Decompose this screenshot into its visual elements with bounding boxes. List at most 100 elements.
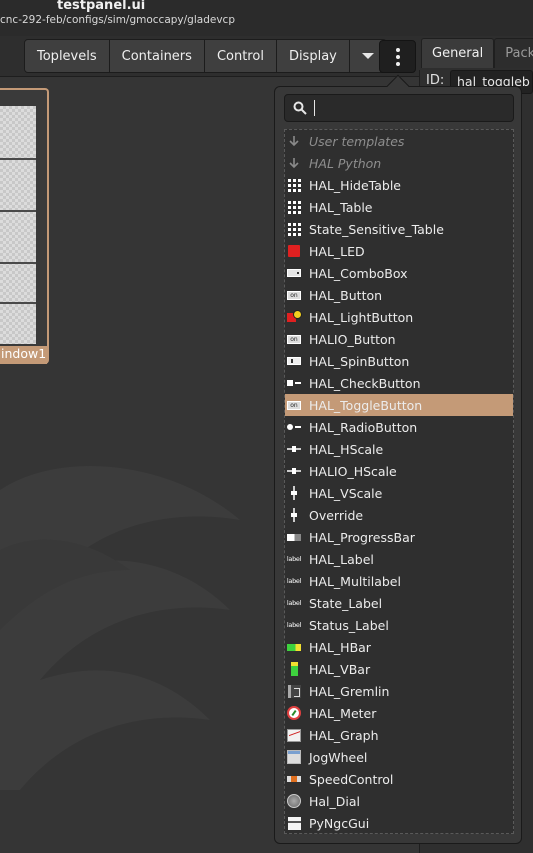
widget-list-item-label: HAL_Meter	[309, 705, 377, 721]
widget-list-item[interactable]: label HAL_Multilabel	[285, 570, 513, 592]
widget-list-item-label: HALIO_Button	[309, 331, 396, 347]
widget-list-item[interactable]: on HAL_Button	[285, 284, 513, 306]
vbar-icon	[287, 662, 301, 676]
button-icon: on	[287, 332, 301, 346]
properties-tabs: General Packi	[421, 38, 533, 68]
widget-list-item[interactable]: PyNgcGui	[285, 812, 513, 834]
background-logo	[0, 466, 240, 790]
widget-list-item[interactable]: HAL_LightButton	[285, 306, 513, 328]
widget-list-item[interactable]: HAL_Gremlin	[285, 680, 513, 702]
widget-list-item-label: HAL_ComboBox	[309, 265, 408, 281]
ellipsis-dot	[395, 54, 400, 59]
label-icon: label	[286, 577, 302, 585]
widget-list-item-label: HAL_Graph	[309, 727, 379, 743]
widget-list-item-label: HAL_Gremlin	[309, 683, 390, 699]
vscale-icon	[287, 486, 301, 500]
check-button-icon	[287, 376, 301, 390]
widget-list-item[interactable]: label State_Label	[285, 592, 513, 614]
widget-list-item-label: HAL_VScale	[309, 485, 383, 501]
widget-list-item-label: State_Label	[309, 595, 383, 611]
widget-list-item[interactable]: HAL Python	[285, 152, 513, 174]
widget-list-item[interactable]: Hal_Dial	[285, 790, 513, 812]
widget-list-item[interactable]: HAL_ComboBox	[285, 262, 513, 284]
widget-list-item-label: Hal_Dial	[309, 793, 361, 809]
hbar-icon	[287, 640, 301, 654]
widget-list-item-label: HAL_ProgressBar	[309, 529, 415, 545]
widget-list-item-label: PyNgcGui	[309, 815, 370, 831]
pyngcgui-icon	[287, 816, 301, 830]
widget-list-item[interactable]: HAL_CheckButton	[285, 372, 513, 394]
widget-list-item-label: HAL_Multilabel	[309, 573, 401, 589]
arrow-down-icon	[287, 134, 301, 148]
spin-button-icon	[287, 354, 301, 368]
widget-list-item[interactable]: HAL_LED	[285, 240, 513, 262]
toplevels-button[interactable]: Toplevels	[25, 40, 110, 72]
combobox-icon	[287, 266, 301, 280]
widget-list-item-label: HAL_SpinButton	[309, 353, 410, 369]
chevron-down-icon	[361, 53, 374, 59]
widget-list-item[interactable]: User templates	[285, 130, 513, 152]
title-bar: testpanel.ui cnc-292-feb/configs/sim/gmo…	[0, 0, 533, 36]
widget-list-item[interactable]: HAL_Table	[285, 196, 513, 218]
table-grid-icon	[287, 222, 301, 236]
widget-list-item[interactable]: HAL_HBar	[285, 636, 513, 658]
radio-button-icon	[287, 420, 301, 434]
widget-list-item[interactable]: JogWheel	[285, 746, 513, 768]
button-icon: on	[287, 398, 301, 412]
widget-list-item-label: User templates	[309, 133, 405, 149]
widget-list-item[interactable]: HAL_VBar	[285, 658, 513, 680]
widget-list-item-label: HAL_LightButton	[309, 309, 414, 325]
widget-list-item[interactable]: on HAL_ToggleButton	[285, 394, 513, 416]
widget-list-item[interactable]: HAL_RadioButton	[285, 416, 513, 438]
widget-list-item[interactable]: State_Sensitive_Table	[285, 218, 513, 240]
widget-list-item-label: HAL Python	[309, 155, 382, 171]
control-button[interactable]: Control	[204, 40, 277, 72]
row-divider	[0, 302, 36, 304]
widget-list-item[interactable]: HAL_SpinButton	[285, 350, 513, 372]
vscale-icon	[287, 508, 301, 522]
widget-list-item[interactable]: HAL_VScale	[285, 482, 513, 504]
widget-list-item-label: JogWheel	[309, 749, 368, 765]
table-grid-icon	[287, 178, 301, 192]
widget-list-item[interactable]: HAL_ProgressBar	[285, 526, 513, 548]
widget-list-item[interactable]: HAL_HideTable	[285, 174, 513, 196]
button-icon: on	[287, 288, 301, 302]
hscale-icon	[287, 464, 301, 478]
widget-search-input[interactable]	[284, 94, 514, 122]
widget-list-item[interactable]: HAL_Meter	[285, 702, 513, 724]
meter-icon	[287, 706, 301, 720]
widget-list-item[interactable]: label Status_Label	[285, 614, 513, 636]
table-placeholder[interactable]	[0, 106, 36, 344]
widget-list-item-label: Override	[309, 507, 364, 523]
search-icon	[293, 101, 307, 115]
row-divider	[0, 262, 36, 264]
ellipsis-dot	[395, 61, 400, 66]
hscale-icon	[287, 442, 301, 456]
tab-packing[interactable]: Packi	[494, 38, 533, 68]
widget-list-item[interactable]: SpeedControl	[285, 768, 513, 790]
display-button[interactable]: Display	[276, 40, 350, 72]
dial-icon	[287, 794, 301, 808]
widget-list-item[interactable]: HALIO_HScale	[285, 460, 513, 482]
widget-list-item-label: HAL_RadioButton	[309, 419, 418, 435]
widget-list-item[interactable]: HAL_Graph	[285, 724, 513, 746]
widget-list-item[interactable]: label HAL_Label	[285, 548, 513, 570]
window-name-label: indow1	[0, 346, 47, 364]
widget-list-item-label: HALIO_HScale	[309, 463, 397, 479]
widget-list-item[interactable]: Override	[285, 504, 513, 526]
widget-list-item[interactable]: on HALIO_Button	[285, 328, 513, 350]
widget-list-item[interactable]: HAL_HScale	[285, 438, 513, 460]
widget-list-item-label: HAL_VBar	[309, 661, 371, 677]
arrow-down-icon	[287, 156, 301, 170]
label-icon: label	[286, 555, 302, 563]
widget-list-item-label: Status_Label	[309, 617, 389, 633]
tab-general[interactable]: General	[421, 38, 495, 68]
widget-list-item-label: State_Sensitive_Table	[309, 221, 444, 237]
extra-widgets-menu-button[interactable]	[379, 40, 416, 73]
table-grid-icon	[287, 200, 301, 214]
jogwheel-icon	[287, 750, 301, 764]
widget-list-item-label: HAL_Button	[309, 287, 383, 303]
containers-button[interactable]: Containers	[109, 40, 205, 72]
palette-button-group: Toplevels Containers Control Display	[24, 39, 387, 73]
row-divider	[0, 158, 36, 160]
